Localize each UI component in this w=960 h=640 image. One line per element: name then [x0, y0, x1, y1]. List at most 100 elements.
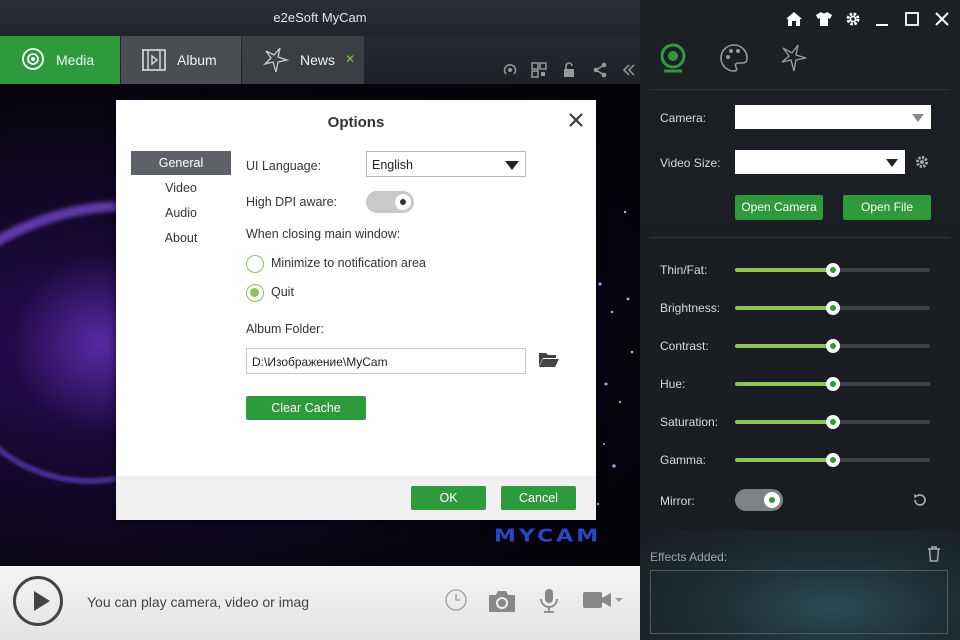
settings-panel: Camera: Video Size: Open Camera Open Fil… — [640, 0, 960, 640]
star-icon — [262, 47, 290, 73]
nav-audio[interactable]: Audio — [131, 201, 231, 225]
main-window: e2eSoft MyCam Media Album News ✕ MYCAM Y… — [0, 0, 640, 640]
divider — [650, 237, 950, 238]
adjust-slider[interactable] — [735, 262, 930, 278]
radio-minimize-label: Minimize to notification area — [271, 256, 426, 270]
slider-fill — [735, 306, 833, 310]
toggle-knob — [395, 194, 411, 210]
slider-label: Gamma: — [660, 453, 707, 467]
camera-tab-icon[interactable] — [659, 43, 687, 78]
tab-media[interactable]: Media — [0, 36, 120, 84]
ok-button[interactable]: OK — [411, 486, 486, 510]
adjust-slider[interactable] — [735, 414, 930, 430]
adjust-slider[interactable] — [735, 376, 930, 392]
dialog-title: Options — [327, 114, 385, 131]
clock-icon[interactable] — [444, 588, 468, 615]
effects-list[interactable] — [650, 570, 948, 634]
cancel-button[interactable]: Cancel — [501, 486, 576, 510]
high-dpi-label: High DPI aware: — [246, 195, 338, 209]
nav-general[interactable]: General — [131, 151, 231, 175]
slider-fill — [735, 268, 833, 272]
video-size-settings-icon[interactable] — [914, 154, 930, 173]
minimize-icon[interactable] — [873, 10, 891, 28]
mycam-logo: MYCAM — [494, 526, 602, 547]
open-file-button[interactable]: Open File — [843, 195, 931, 220]
close-window-icon[interactable] — [933, 10, 951, 28]
radio-minimize[interactable] — [246, 255, 264, 273]
dropdown-arrow-icon — [886, 159, 898, 167]
radio-quit-label: Quit — [271, 285, 294, 299]
toggle-knob — [764, 492, 780, 508]
tab-news[interactable]: News ✕ — [242, 36, 364, 84]
slider-label: Saturation: — [660, 415, 719, 429]
clear-cache-button[interactable]: Clear Cache — [246, 396, 366, 420]
dialog-close-icon[interactable] — [566, 110, 586, 130]
play-hint-text: You can play camera, video or image — [87, 594, 309, 610]
radio-quit[interactable] — [246, 284, 264, 302]
tab-news-close-icon[interactable]: ✕ — [345, 52, 355, 66]
nav-video[interactable]: Video — [131, 176, 231, 200]
options-dialog: Options General Video Audio About UI Lan… — [116, 100, 596, 520]
palette-tab-icon[interactable] — [719, 43, 749, 76]
nav-about[interactable]: About — [131, 226, 231, 250]
video-record-icon[interactable] — [582, 588, 626, 615]
skin-shirt-icon[interactable] — [815, 10, 833, 28]
adjust-slider[interactable] — [735, 300, 930, 316]
video-size-select[interactable] — [735, 150, 905, 174]
trash-icon[interactable] — [927, 546, 941, 565]
slider-thumb[interactable] — [826, 301, 840, 315]
camera-select[interactable] — [735, 105, 931, 129]
maximize-icon[interactable] — [903, 10, 921, 28]
webcam-icon — [22, 48, 44, 70]
slider-fill — [735, 458, 833, 462]
effects-star-tab-icon[interactable] — [779, 43, 809, 76]
slider-thumb[interactable] — [826, 377, 840, 391]
settings-gear-icon[interactable] — [844, 10, 862, 28]
slider-label: Hue: — [660, 377, 686, 391]
folder-open-icon[interactable] — [538, 350, 560, 371]
broadcast-icon[interactable] — [502, 62, 518, 78]
bottom-toolbar: You can play camera, video or image — [0, 566, 640, 640]
tab-album-label: Album — [177, 52, 217, 68]
adjust-slider[interactable] — [735, 452, 930, 468]
divider — [650, 89, 950, 90]
ui-language-value: English — [372, 158, 413, 172]
ui-language-select[interactable]: English — [366, 151, 526, 177]
tab-news-label: News — [300, 52, 336, 68]
home-icon[interactable] — [785, 10, 803, 28]
slider-fill — [735, 382, 833, 386]
title-bar: e2eSoft MyCam — [0, 0, 640, 36]
album-folder-input[interactable]: D:\Изображение\MyCam — [246, 348, 526, 374]
play-button[interactable] — [13, 576, 63, 626]
slider-label: Contrast: — [660, 339, 709, 353]
mirror-toggle[interactable] — [735, 489, 783, 511]
effects-added-label: Effects Added: — [650, 550, 728, 564]
album-folder-label: Album Folder: — [246, 322, 324, 336]
reset-icon[interactable] — [912, 492, 928, 511]
microphone-icon[interactable] — [539, 588, 559, 617]
ui-language-label: UI Language: — [246, 159, 322, 173]
film-icon — [142, 49, 166, 71]
share-icon[interactable] — [592, 62, 608, 78]
slider-fill — [735, 344, 833, 348]
camera-label: Camera: — [660, 111, 707, 125]
collapse-panel-icon[interactable] — [621, 62, 637, 78]
adjust-slider[interactable] — [735, 338, 930, 354]
app-title: e2eSoft MyCam — [273, 10, 367, 25]
slider-thumb[interactable] — [826, 263, 840, 277]
camera-snapshot-icon[interactable] — [487, 588, 517, 617]
slider-thumb[interactable] — [826, 415, 840, 429]
qr-code-icon[interactable] — [531, 62, 547, 78]
slider-label: Thin/Fat: — [660, 263, 708, 277]
unlock-icon[interactable] — [561, 62, 577, 78]
open-camera-button[interactable]: Open Camera — [735, 195, 823, 220]
dropdown-arrow-icon — [912, 114, 924, 122]
high-dpi-toggle[interactable] — [366, 191, 414, 213]
mirror-label: Mirror: — [660, 494, 695, 508]
dropdown-arrow-icon — [505, 161, 519, 170]
tab-album[interactable]: Album — [121, 36, 241, 84]
slider-fill — [735, 420, 833, 424]
slider-thumb[interactable] — [826, 453, 840, 467]
effects-area: Effects Added: — [640, 530, 960, 640]
slider-thumb[interactable] — [826, 339, 840, 353]
